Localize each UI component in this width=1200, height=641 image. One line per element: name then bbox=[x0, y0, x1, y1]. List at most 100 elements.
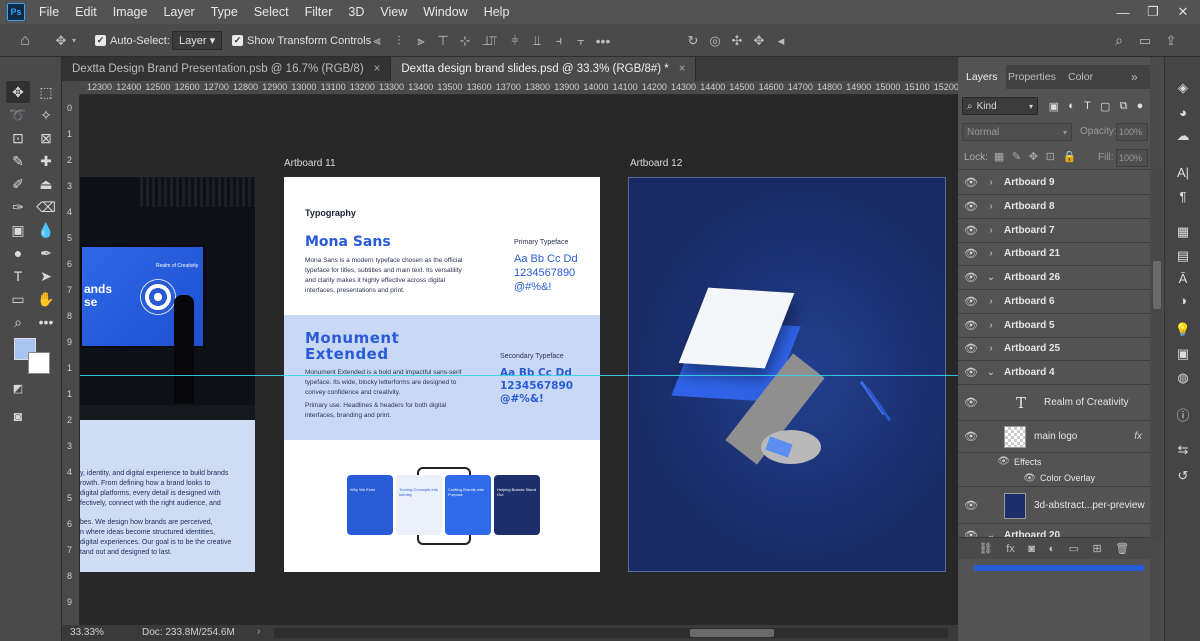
lock-artboard-icon[interactable]: ⊡ bbox=[1046, 150, 1055, 163]
tab-brand-presentation[interactable]: Dextta Design Brand Presentation.psb @ 1… bbox=[62, 57, 392, 81]
layers-scrollbar[interactable] bbox=[1152, 169, 1162, 541]
visibility-eye-icon[interactable]: 👁 bbox=[958, 176, 984, 189]
auto-select-checkbox[interactable]: ✓ Auto-Select: bbox=[95, 24, 170, 57]
menu-3d[interactable]: 3D bbox=[340, 5, 372, 19]
layer-artboard-5[interactable]: 👁 › Artboard 5 bbox=[958, 314, 1150, 338]
move-tool-preset-icon[interactable]: ✥ ▾ bbox=[50, 24, 76, 57]
menu-type[interactable]: Type bbox=[203, 5, 246, 19]
marquee-tool-icon[interactable]: ⬚ bbox=[34, 81, 58, 103]
layer-3d-abstract[interactable]: 👁 3d-abstract...per-preview bbox=[958, 488, 1150, 524]
layer-artboard-26[interactable]: 👁 ⌄ Artboard 26 bbox=[958, 266, 1150, 290]
color-overlay-eye-icon[interactable]: 👁 bbox=[958, 473, 1036, 484]
filter-adjustment-icon[interactable]: ◐ bbox=[1068, 100, 1075, 112]
close-tab-icon[interactable]: × bbox=[374, 63, 381, 75]
3d-rotate-icon[interactable]: ↻ bbox=[682, 33, 704, 49]
channels-icon[interactable]: ◕ bbox=[1172, 101, 1194, 123]
pen-tool-icon[interactable]: ✒ bbox=[34, 242, 58, 264]
align-center-icon[interactable]: ⫶ bbox=[388, 33, 410, 49]
expand-chevron-icon[interactable]: › bbox=[984, 343, 998, 354]
edit-toolbar-icon[interactable]: ••• bbox=[34, 311, 58, 333]
3d-pan-icon[interactable]: ✣ bbox=[726, 33, 748, 49]
show-transform-checkbox[interactable]: ✓ Show Transform Controls bbox=[232, 24, 371, 57]
menu-filter[interactable]: Filter bbox=[297, 5, 341, 19]
layer-artboard-9[interactable]: 👁 › Artboard 9 bbox=[958, 171, 1150, 195]
menu-help[interactable]: Help bbox=[476, 5, 518, 19]
lock-image-icon[interactable]: ✎ bbox=[1012, 150, 1021, 163]
opacity-field[interactable]: 100% bbox=[1116, 123, 1148, 141]
filter-toggle-icon[interactable]: ● bbox=[1137, 100, 1144, 112]
align-left-icon[interactable]: ⫷ bbox=[366, 33, 388, 49]
expand-chevron-icon[interactable]: › bbox=[984, 320, 998, 331]
share-icon[interactable]: ⇪ bbox=[1160, 24, 1182, 57]
lock-transparent-icon[interactable]: ▦ bbox=[994, 150, 1004, 163]
layer-realm-of-creativity[interactable]: 👁 T Realm of Creativity bbox=[958, 385, 1150, 421]
distribute-middle-icon[interactable]: ⫩ bbox=[504, 33, 526, 49]
paths-icon[interactable]: ☁ bbox=[1172, 125, 1194, 147]
history-icon[interactable]: ↺ bbox=[1172, 465, 1194, 487]
3d-slide-icon[interactable]: ✥ bbox=[748, 33, 770, 49]
menu-image[interactable]: Image bbox=[105, 5, 156, 19]
align-top-icon[interactable]: ⊤ bbox=[432, 33, 454, 49]
layer-artboard-4[interactable]: 👁 ⌄ Artboard 4 bbox=[958, 361, 1150, 385]
tab-properties[interactable]: Properties bbox=[1000, 65, 1064, 89]
menu-select[interactable]: Select bbox=[246, 5, 297, 19]
layer-artboard-6[interactable]: 👁 › Artboard 6 bbox=[958, 290, 1150, 314]
collapse-panel-icon[interactable]: » bbox=[1123, 65, 1146, 89]
zoom-tool-icon[interactable]: ⌕ bbox=[6, 311, 30, 333]
learn-icon[interactable]: 💡 bbox=[1172, 319, 1194, 341]
new-group-icon[interactable]: ▭ bbox=[1069, 542, 1079, 555]
expand-chevron-icon[interactable]: › bbox=[984, 177, 998, 188]
layers-panel-icon[interactable]: ◈ bbox=[1172, 77, 1194, 99]
layer-main-logo[interactable]: 👁 main logo fx bbox=[958, 421, 1150, 453]
blur-tool-icon[interactable]: 💧 bbox=[34, 219, 58, 241]
visibility-eye-icon[interactable]: 👁 bbox=[958, 342, 984, 355]
distribute-left-icon[interactable]: ⫞ bbox=[548, 33, 570, 49]
libraries-icon[interactable]: ▣ bbox=[1172, 343, 1194, 365]
menu-view[interactable]: View bbox=[372, 5, 415, 19]
quick-mask-icon[interactable]: ◙ bbox=[6, 405, 30, 427]
rectangle-tool-icon[interactable]: ▭ bbox=[6, 288, 30, 310]
menu-file[interactable]: File bbox=[31, 5, 67, 19]
eraser-tool-icon[interactable]: ⌫ bbox=[34, 196, 58, 218]
default-colors-icon[interactable]: ◩ bbox=[6, 377, 30, 399]
align-right-icon[interactable]: ⫸ bbox=[410, 33, 432, 49]
visibility-eye-icon[interactable]: 👁 bbox=[958, 430, 984, 443]
horizontal-scrollbar[interactable] bbox=[274, 628, 948, 638]
navigator-icon[interactable]: ⇆ bbox=[1172, 439, 1194, 461]
frame-tool-icon[interactable]: ⊠ bbox=[34, 127, 58, 149]
type-tool-icon[interactable]: T bbox=[6, 265, 30, 287]
history-brush-icon[interactable]: ✑ bbox=[6, 196, 30, 218]
eyedropper-icon[interactable]: ✎ bbox=[6, 150, 30, 172]
expand-chevron-icon[interactable]: › bbox=[984, 296, 998, 307]
clone-stamp-icon[interactable]: ⏏ bbox=[34, 173, 58, 195]
crop-tool-icon[interactable]: ⊡ bbox=[6, 127, 30, 149]
layer-artboard-8[interactable]: 👁 › Artboard 8 bbox=[958, 195, 1150, 219]
filter-kind-select[interactable]: ⌕ Kind ▾ bbox=[962, 97, 1038, 115]
healing-brush-icon[interactable]: ✚ bbox=[34, 150, 58, 172]
search-icon[interactable]: ⌕ bbox=[1108, 24, 1130, 57]
collapse-chevron-icon[interactable]: ⌄ bbox=[984, 367, 998, 378]
gradient-tool-icon[interactable]: ▣ bbox=[6, 219, 30, 241]
menu-window[interactable]: Window bbox=[415, 5, 475, 19]
tab-color[interactable]: Color bbox=[1060, 65, 1101, 89]
zoom-level[interactable]: 33.33% bbox=[70, 627, 104, 638]
layer-artboard-21[interactable]: 👁 › Artboard 21 bbox=[958, 242, 1150, 266]
tab-layers[interactable]: Layers bbox=[958, 65, 1006, 89]
auto-select-dropdown[interactable]: Layer ▾ bbox=[168, 24, 223, 57]
collapse-chevron-icon[interactable]: ⌄ bbox=[984, 272, 998, 283]
layers-scrollbar-thumb[interactable] bbox=[1153, 261, 1161, 309]
background-color-swatch[interactable] bbox=[28, 352, 50, 374]
visibility-eye-icon[interactable]: 👁 bbox=[958, 200, 984, 213]
expand-chevron-icon[interactable]: › bbox=[984, 248, 998, 259]
status-menu-icon[interactable]: › bbox=[257, 626, 260, 637]
swatches-icon[interactable]: ▦ bbox=[1172, 221, 1194, 243]
magic-wand-icon[interactable]: ✧ bbox=[34, 104, 58, 126]
layer-artboard-25[interactable]: 👁 › Artboard 25 bbox=[958, 337, 1150, 361]
minimize-icon[interactable]: — bbox=[1108, 0, 1138, 24]
adjustments-icon[interactable]: ◑ bbox=[1172, 289, 1194, 311]
filter-shape-icon[interactable]: ▢ bbox=[1100, 100, 1110, 113]
artboard-11-label[interactable]: Artboard 11 bbox=[284, 158, 336, 169]
workspace-icon[interactable]: ▭ bbox=[1134, 24, 1156, 57]
filter-pixel-icon[interactable]: ▣ bbox=[1049, 100, 1059, 113]
distribute-bottom-icon[interactable]: ⫫ bbox=[526, 33, 548, 49]
